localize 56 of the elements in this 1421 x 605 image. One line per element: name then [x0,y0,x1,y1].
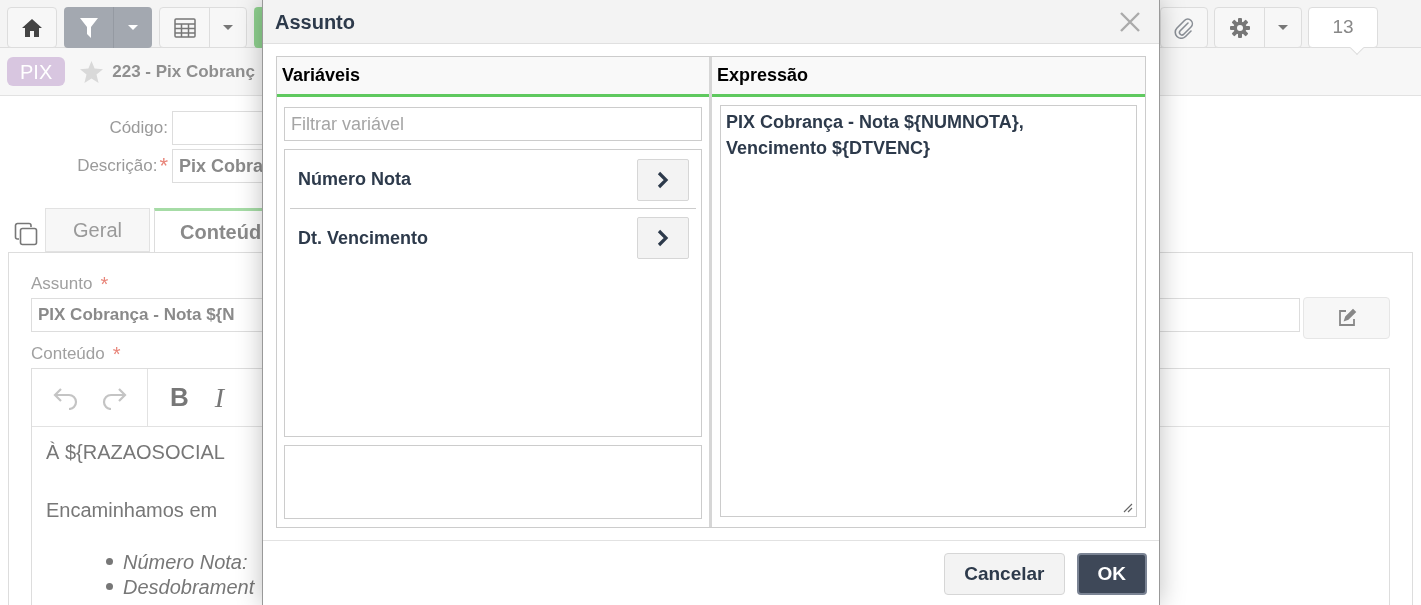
required-marker: * [100,274,109,294]
redo-button[interactable] [100,385,127,410]
paragraph: À ${RAZAOSOCIAL [46,440,225,465]
ok-button[interactable]: OK [1076,553,1147,595]
field-label: Assunto [31,273,93,296]
copy-icon [14,222,38,246]
expression-field[interactable]: PIX Cobrança - Nota ${NUMNOTA}, Vencimento ${DTVENC} [720,105,1137,517]
filter-field[interactable]: Filtrar variável [284,107,702,141]
settings-button[interactable] [1214,7,1302,48]
record-title: 223 - Pix Cobranç [112,60,255,83]
chevron-right-icon [656,228,670,248]
redo-icon [100,385,127,410]
settings-icon [1228,16,1251,39]
italic-button[interactable]: I [214,376,225,419]
undo-icon [52,385,79,410]
dialog-title: Assunto [275,9,355,35]
variable-name: Dt. Vencimento [298,226,429,250]
required-marker: * [159,155,168,177]
home-button[interactable] [7,7,57,48]
bullet [106,583,113,590]
tab[interactable]: Geral [45,208,150,252]
panel-heading: Variáveis [277,57,709,97]
record-tag: PIX [7,57,66,86]
cancel-button[interactable]: Cancelar [944,553,1065,595]
resize-handle-icon [1123,503,1133,513]
field-label: Código: [109,117,168,140]
list-item: Número Nota: [123,549,248,575]
edit-icon [1336,308,1357,328]
undo-button[interactable] [52,385,79,410]
edit-button[interactable] [1303,297,1390,339]
list-item: Desdobrament [123,574,255,600]
paperclip-icon [1174,16,1194,39]
field-label: Descrição: [77,155,158,178]
field-label: Conteúdo [31,343,105,366]
chevron-right-icon [656,169,670,190]
grid-button[interactable] [159,7,247,48]
bullet [106,558,113,565]
caret-icon [1277,24,1289,31]
star-icon [79,59,105,84]
filter-button[interactable] [64,7,152,48]
home-icon [21,17,43,38]
count-badge: 13 [1308,7,1378,48]
filter-icon [78,16,99,39]
required-marker: * [112,344,121,364]
insert-button[interactable] [637,217,689,259]
paragraph: Encaminhamos em [46,498,218,523]
close-icon [1119,10,1141,33]
close-button[interactable] [1119,10,1141,33]
panel-heading: Expressão [712,57,1145,97]
insert-button[interactable] [637,158,689,201]
attachment-button[interactable] [1160,7,1208,48]
caret-icon [222,24,234,31]
variable-name: Número Nota [298,168,411,191]
bold-button[interactable]: B [170,378,189,417]
table-icon [173,17,196,38]
caret-icon [127,24,139,31]
